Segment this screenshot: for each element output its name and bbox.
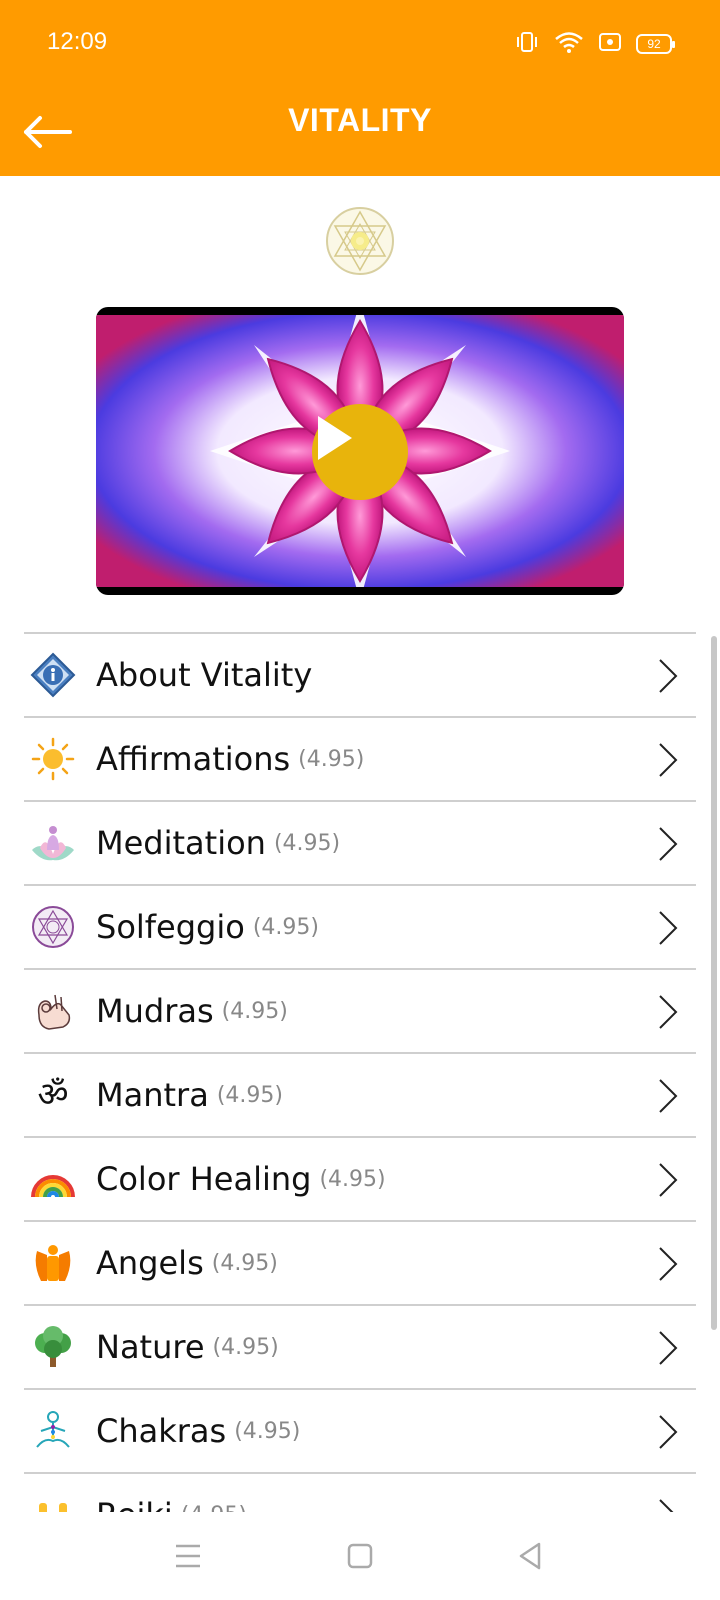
menu-item-label: Mudras (96, 992, 214, 1030)
scrollbar[interactable] (711, 636, 717, 1330)
menu-item-reiki[interactable]: Reiki (4.95) (24, 1474, 696, 1512)
lotus-meditation-icon (30, 820, 76, 866)
battery-icon: 92 (636, 34, 675, 54)
screen-record-icon (598, 31, 622, 57)
om-icon: ॐ (37, 1075, 69, 1115)
chevron-right-icon (659, 1247, 678, 1281)
app-bar: VITALITY (0, 88, 720, 176)
menu-item-chakras[interactable]: Chakras (4.95) (24, 1390, 696, 1474)
recent-apps-button[interactable] (164, 1532, 212, 1580)
tree-icon (30, 1324, 76, 1370)
angel-icon (30, 1240, 76, 1286)
menu-item-nature[interactable]: Nature (4.95) (24, 1306, 696, 1390)
menu-item-label: Affirmations (96, 740, 291, 778)
solfeggio-icon (30, 904, 76, 950)
triangle-back-icon (519, 1542, 541, 1570)
menu-item-angels[interactable]: Angels (4.95) (24, 1222, 696, 1306)
square-icon (347, 1543, 373, 1569)
menu-item-color-healing[interactable]: Color Healing (4.95) (24, 1138, 696, 1222)
menu-item-affirmations[interactable]: Affirmations (4.95) (24, 718, 696, 802)
chevron-right-icon (659, 995, 678, 1029)
menu-item-price: (4.95) (234, 1418, 301, 1444)
ok-hand-icon (30, 988, 76, 1034)
menu-item-label: Reiki (96, 1496, 173, 1512)
menu-item-price: (4.95) (212, 1334, 279, 1360)
chevron-right-icon (659, 827, 678, 861)
rainbow-icon (30, 1156, 76, 1202)
info-icon (30, 652, 76, 698)
menu-item-price: (4.95) (221, 998, 288, 1024)
menu-item-price: (4.95) (273, 830, 341, 856)
home-button[interactable] (336, 1532, 384, 1580)
wifi-icon (554, 30, 584, 58)
reiki-hands-icon (30, 1492, 76, 1512)
back-nav-button[interactable] (506, 1532, 554, 1580)
status-icons: 92 (514, 30, 675, 58)
menu-item-about[interactable]: About Vitality (24, 634, 696, 718)
system-nav-bar (0, 1512, 720, 1600)
menu-item-price: (4.95) (211, 1250, 278, 1276)
sun-icon (30, 736, 76, 782)
chevron-right-icon (659, 1163, 678, 1197)
video-player[interactable] (96, 307, 624, 595)
menu-item-label: Angels (96, 1244, 204, 1282)
play-icon (318, 416, 352, 460)
menu-item-label: Color Healing (96, 1160, 312, 1198)
chevron-right-icon (659, 659, 678, 693)
menu-item-price: (4.95) (298, 746, 365, 772)
status-bar: 12:09 92 (0, 0, 720, 88)
menu-item-price: (4.95) (216, 1082, 283, 1108)
menu-item-label: Nature (96, 1328, 205, 1366)
status-time: 12:09 (47, 28, 108, 55)
menu-item-label: About Vitality (96, 656, 313, 694)
menu-item-mudras[interactable]: Mudras (4.95) (24, 970, 696, 1054)
menu-item-price: (4.95) (319, 1166, 386, 1192)
menu-item-label: Mantra (96, 1076, 209, 1114)
chevron-right-icon (659, 743, 678, 777)
chevron-right-icon (659, 1415, 678, 1449)
menu-item-label: Chakras (96, 1412, 227, 1450)
menu-item-label: Solfeggio (96, 908, 245, 946)
menu-item-mantra[interactable]: ॐ Mantra (4.95) (24, 1054, 696, 1138)
chevron-right-icon (659, 1331, 678, 1365)
chevron-right-icon (659, 911, 678, 945)
chakra-body-icon (30, 1408, 76, 1454)
menu-item-price: (4.95) (252, 914, 319, 940)
menu-item-label: Meditation (96, 824, 266, 862)
chevron-right-icon (659, 1079, 678, 1113)
menu-item-price: (4.95) (181, 1503, 247, 1513)
chevron-right-icon (659, 1499, 674, 1512)
page-title: VITALITY (288, 102, 432, 138)
play-button[interactable] (312, 404, 408, 500)
menu-item-meditation[interactable]: Meditation (4.95) (24, 802, 696, 886)
menu-item-solfeggio[interactable]: Solfeggio (4.95) (24, 886, 696, 970)
vibrate-icon (514, 30, 540, 58)
menu-lines-icon (176, 1544, 200, 1568)
menu-list: About Vitality Affirmations (4.95) Medit… (24, 632, 696, 1512)
sacred-geometry-logo (325, 206, 395, 276)
